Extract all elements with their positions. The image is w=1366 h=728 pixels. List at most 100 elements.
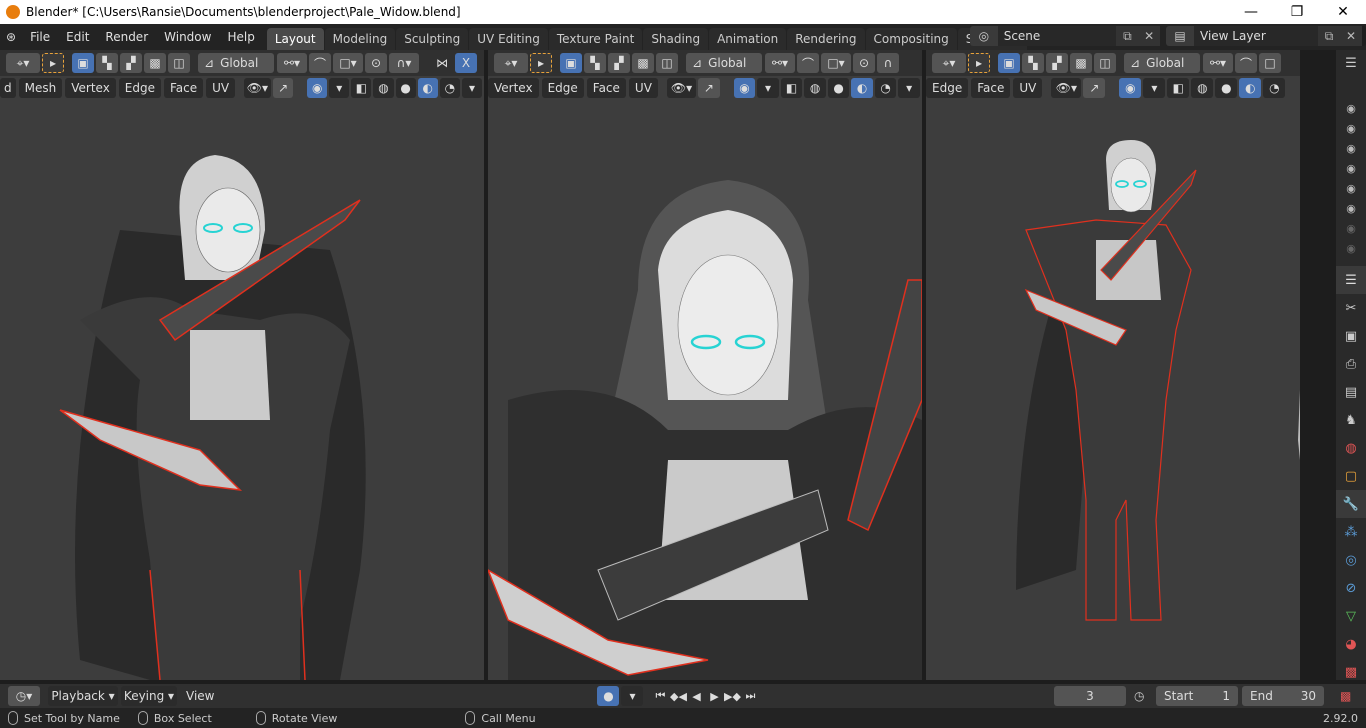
orientation-dropdown[interactable]: ⊿ Global	[198, 53, 274, 73]
modifier-properties-icon[interactable]: 🔧	[1336, 490, 1366, 518]
menu-face[interactable]: Face	[164, 78, 204, 98]
menu-edge-2[interactable]: Edge	[541, 78, 584, 98]
shading-solid-icon[interactable]: ●	[395, 78, 416, 98]
shading-dropdown-icon[interactable]: ▾	[461, 78, 483, 98]
character-model-left[interactable]	[0, 100, 484, 680]
tool-properties-icon[interactable]: ✂	[1336, 294, 1366, 322]
playback-menu[interactable]: Playback ▾	[48, 686, 118, 706]
tab-modeling[interactable]: Modeling	[324, 28, 396, 50]
select-box-icon[interactable]: ▣	[72, 53, 94, 73]
viewport-left[interactable]: ⌖▾ ▸ ▣ ▚ ▞ ▩ ◫ ⊿ Global ⚯▾ ⌒ □▾ ⊙ ∩▾ ⋈ X …	[0, 50, 484, 680]
particle-properties-icon[interactable]: ⁂	[1336, 518, 1366, 546]
visibility-icon-2[interactable]: 👁▾	[666, 78, 697, 98]
falloff-icon-2[interactable]: ∩	[877, 53, 899, 73]
menu-face-2[interactable]: Face	[586, 78, 626, 98]
shading-material-icon-2[interactable]: ◐	[851, 78, 873, 98]
select-extend-icon[interactable]: ▚	[96, 53, 118, 73]
clock-icon[interactable]: ◷	[1134, 689, 1144, 703]
jump-start-icon[interactable]: ⏮	[651, 687, 669, 705]
render-properties-icon[interactable]: ▣	[1336, 322, 1366, 350]
overlay-icon-2[interactable]: ◉	[733, 78, 756, 98]
menu-render[interactable]: Render	[97, 30, 156, 44]
properties-editor-icon[interactable]: ☰	[1336, 50, 1366, 76]
overlay-icon[interactable]: ◉	[307, 78, 328, 98]
maximize-button[interactable]: ❐	[1274, 0, 1320, 24]
menu-uv-3[interactable]: UV	[1013, 78, 1043, 98]
start-frame-field[interactable]: Start 1	[1156, 686, 1238, 706]
play-reverse-icon[interactable]: ◀	[687, 687, 705, 705]
object-properties-icon[interactable]: ▢	[1336, 462, 1366, 490]
mirror-icon[interactable]: ⋈	[431, 53, 453, 73]
end-frame-field[interactable]: End 30	[1242, 686, 1324, 706]
visibility-eye-icon-5[interactable]: ◉	[1336, 178, 1366, 198]
shading-material-icon-3[interactable]: ◐	[1239, 78, 1262, 98]
shading-wire-icon[interactable]: ◍	[373, 78, 394, 98]
select-extend-icon-2[interactable]: ▚	[584, 53, 606, 73]
select-intersect-icon-2[interactable]: ◫	[656, 53, 678, 73]
select-tool-icon[interactable]: ▸	[42, 53, 64, 73]
shading-render-icon-3[interactable]: ◔	[1263, 78, 1286, 98]
shading-material-icon[interactable]: ◐	[417, 78, 438, 98]
viewport-middle[interactable]: ⌖▾ ▸ ▣ ▚ ▞ ▩ ◫ ⊿ Global ⚯▾ ⌒ □▾ ⊙ ∩ Verte…	[488, 50, 922, 680]
shading-solid-icon-3[interactable]: ●	[1215, 78, 1238, 98]
select-invert-icon[interactable]: ▩	[144, 53, 166, 73]
constraint-properties-icon[interactable]: ⊘	[1336, 574, 1366, 602]
editor-type-icon[interactable]: ⌖▾	[6, 53, 40, 73]
shading-wire-icon-2[interactable]: ◍	[804, 78, 826, 98]
visibility-eye-icon-7[interactable]: ◉	[1336, 218, 1366, 238]
gizmo-icon-3[interactable]: ↗	[1083, 78, 1106, 98]
remove-scene-icon[interactable]: ✕	[1138, 26, 1161, 46]
snap-target-icon[interactable]: □▾	[333, 53, 363, 73]
proportional-icon-2[interactable]: ⊙	[853, 53, 875, 73]
blender-menu-icon[interactable]: ⊛	[0, 30, 22, 44]
menu-help[interactable]: Help	[219, 30, 262, 44]
menu-uv[interactable]: UV	[206, 78, 236, 98]
select-box-icon-3[interactable]: ▣	[998, 53, 1020, 73]
timeline-editor-icon[interactable]: ◷▾	[8, 686, 40, 706]
shading-solid-icon-2[interactable]: ●	[827, 78, 850, 98]
prev-keyframe-icon[interactable]: ◆◀	[669, 687, 687, 705]
tab-texture-paint[interactable]: Texture Paint	[548, 28, 643, 50]
menu-mesh[interactable]: Mesh	[18, 78, 63, 98]
copy-scene-icon[interactable]: ⧉	[1116, 26, 1139, 46]
menu-vertex-2[interactable]: Vertex	[488, 78, 539, 98]
auto-keying-icon[interactable]: ●	[597, 686, 620, 706]
overlay-dropdown-icon-3[interactable]: ▾	[1143, 78, 1166, 98]
pivot-icon-3[interactable]: ⚯▾	[1203, 53, 1233, 73]
menu-edge[interactable]: Edge	[118, 78, 161, 98]
shading-render-icon[interactable]: ◔	[439, 78, 460, 98]
overlay-dropdown-icon[interactable]: ▾	[329, 78, 350, 98]
menu-edit[interactable]: Edit	[58, 30, 97, 44]
menu-edge-3[interactable]: Edge	[926, 78, 969, 98]
select-intersect-icon[interactable]: ◫	[168, 53, 190, 73]
select-intersect-icon-3[interactable]: ◫	[1094, 53, 1116, 73]
gizmo-icon[interactable]: ↗	[273, 78, 294, 98]
snap-icon[interactable]: ⌒	[309, 53, 331, 73]
select-subtract-icon-2[interactable]: ▞	[608, 53, 630, 73]
select-invert-icon-3[interactable]: ▩	[1070, 53, 1092, 73]
snap-target-icon-3[interactable]: □	[1259, 53, 1281, 73]
proportional-icon[interactable]: ⊙	[365, 53, 387, 73]
keying-set-dropdown-icon[interactable]: ▾	[621, 686, 644, 706]
snap-icon-3[interactable]: ⌒	[1235, 53, 1257, 73]
menu-file[interactable]: File	[22, 30, 58, 44]
select-box-icon-2[interactable]: ▣	[560, 53, 582, 73]
xray-icon-2[interactable]: ◧	[780, 78, 803, 98]
scene-selector[interactable]: ◎ Scene ⧉ ✕	[970, 26, 1161, 46]
visibility-eye-icon-8[interactable]: ◉	[1336, 238, 1366, 258]
select-tool-icon-3[interactable]: ▸	[968, 53, 990, 73]
menu-face-3[interactable]: Face	[971, 78, 1011, 98]
viewport-divider-3[interactable]	[1300, 50, 1304, 680]
shading-dropdown-icon-2[interactable]: ▾	[898, 78, 920, 98]
material-properties-icon[interactable]: ◕	[1336, 630, 1366, 658]
mode-menu[interactable]: d	[0, 78, 16, 98]
character-model-middle[interactable]	[488, 100, 922, 680]
select-invert-icon-2[interactable]: ▩	[632, 53, 654, 73]
properties-header-icon[interactable]: ☰	[1336, 266, 1366, 294]
play-icon[interactable]: ▶	[705, 687, 723, 705]
copy-view-layer-icon[interactable]: ⧉	[1318, 26, 1340, 46]
xray-icon[interactable]: ◧	[351, 78, 372, 98]
character-model-right[interactable]	[926, 100, 1300, 680]
snap-icon-2[interactable]: ⌒	[797, 53, 819, 73]
scene-properties-icon[interactable]: ♞	[1336, 406, 1366, 434]
